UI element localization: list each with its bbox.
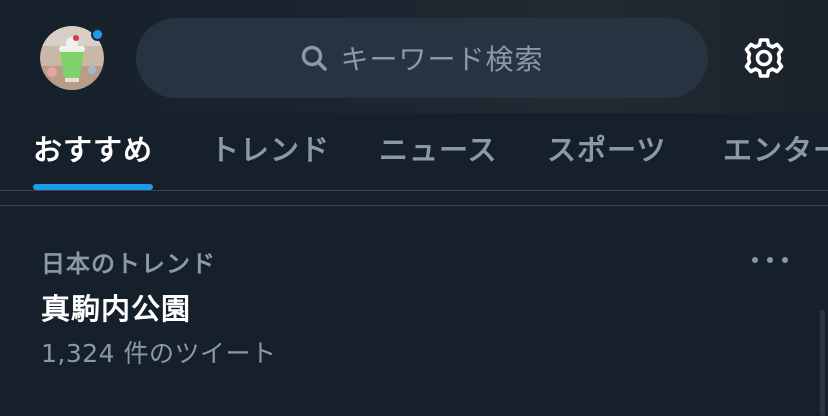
header-bar: キーワード検索	[0, 0, 828, 113]
explore-screen: キーワード検索 おすすめ トレンド ニュース スポーツ エンター 日本のトレンド…	[0, 0, 828, 416]
more-dot-icon	[767, 257, 773, 263]
tab-trend[interactable]: トレンド	[210, 127, 330, 169]
trend-item[interactable]: 日本のトレンド 真駒内公園 1,324 件のツイート	[0, 206, 828, 416]
gear-icon	[744, 38, 784, 78]
tab-osusume[interactable]: おすすめ	[33, 127, 153, 169]
notification-dot	[91, 28, 104, 41]
more-dot-icon	[782, 257, 788, 263]
tabs-divider	[0, 190, 828, 191]
avatar[interactable]	[40, 26, 104, 90]
trend-title: 真駒内公園	[41, 292, 192, 326]
settings-button[interactable]	[742, 36, 786, 80]
trend-tweet-count: 1,324 件のツイート	[41, 339, 277, 368]
tab-entertainment[interactable]: エンター	[723, 127, 828, 169]
tab-sports[interactable]: スポーツ	[547, 127, 666, 169]
explore-tabs: おすすめ トレンド ニュース スポーツ エンター	[0, 113, 828, 190]
more-options-button[interactable]	[752, 250, 788, 270]
tab-news[interactable]: ニュース	[379, 127, 498, 169]
search-placeholder: キーワード検索	[340, 43, 544, 76]
scrollbar[interactable]	[820, 310, 825, 416]
trend-context: 日本のトレンド	[41, 250, 216, 278]
search-input[interactable]: キーワード検索	[136, 18, 708, 98]
search-icon	[300, 44, 328, 72]
more-dot-icon	[752, 257, 758, 263]
